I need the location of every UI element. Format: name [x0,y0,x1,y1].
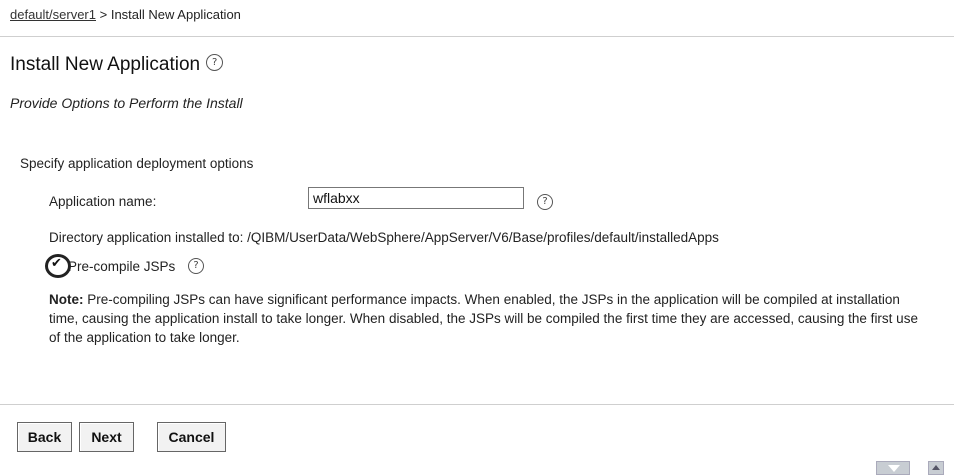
cancel-button[interactable]: Cancel [157,422,226,452]
page-title-row: Install New Application? [10,54,224,76]
note-label: Note: [49,292,84,307]
page-subtitle: Provide Options to Perform the Install [10,95,243,111]
directory-value: /QIBM/UserData/WebSphere/AppServer/V6/Ba… [247,230,719,245]
breadcrumb-separator: > [96,7,111,22]
footer-divider [0,404,954,405]
section-label: Specify application deployment options [20,156,254,171]
app-name-label: Application name: [49,194,157,209]
note-body: Pre-compiling JSPs can have significant … [49,292,918,345]
help-icon[interactable]: ? [537,194,553,210]
next-button[interactable]: Next [79,422,134,452]
back-button[interactable]: Back [17,422,72,452]
help-icon[interactable]: ? [188,258,204,274]
precompile-jsps-label[interactable]: Pre-compile JSPs [68,259,175,274]
breadcrumb: default/server1 > Install New Applicatio… [10,7,241,22]
scroll-up-icon[interactable] [928,461,944,475]
help-icon[interactable]: ? [206,54,224,72]
directory-line: Directory application installed to: /QIB… [49,230,719,245]
header-divider [0,36,954,37]
directory-label: Directory application installed to: [49,230,244,245]
checkmark-icon: ✔ [51,256,62,271]
precompile-jsps-checkbox[interactable]: ✔ [45,254,71,278]
page-title: Install New Application [10,54,201,75]
scroll-down-icon[interactable] [876,461,910,475]
breadcrumb-link-server[interactable]: default/server1 [10,7,96,22]
breadcrumb-current: Install New Application [110,7,241,22]
app-name-input[interactable] [308,187,524,209]
note-text: Note: Pre-compiling JSPs can have signif… [49,290,929,347]
